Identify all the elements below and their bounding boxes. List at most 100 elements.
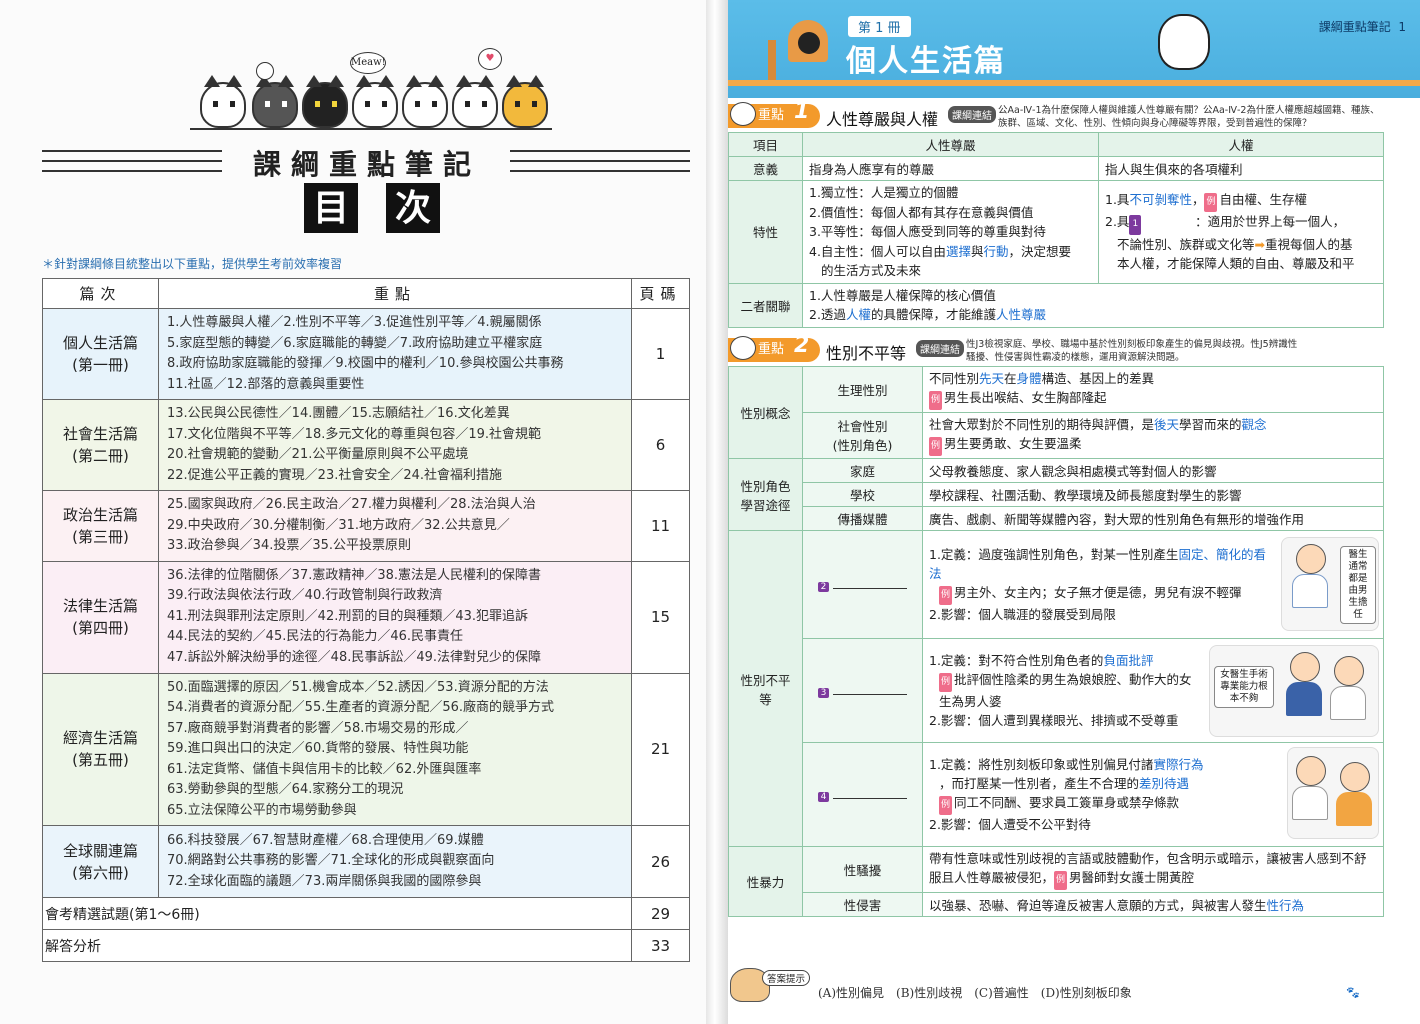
part-cell: 社會生活篇 (第二冊): [42, 399, 159, 491]
points-cell: 1.人性尊嚴與人權／2.性別不平等／3.促進性別平等／4.親屬關係 5.家庭型態的…: [158, 308, 632, 400]
page-number: 1: [1398, 20, 1406, 34]
page-number: 29: [631, 897, 690, 930]
row-label-feature: 特性: [728, 180, 803, 284]
social-gender-label: 社會性別 (性別角色): [802, 412, 923, 459]
row-label-role: 性別角色學習途徑: [728, 458, 803, 531]
toc-table: 篇次 重點 頁碼 個人生活篇 (第一冊) 1.人性尊嚴與人權／2.性別不平等／3.…: [42, 278, 690, 962]
family-label: 家庭: [802, 458, 923, 483]
toc-char-1: 目: [304, 183, 358, 233]
blank-4: 4: [802, 742, 923, 847]
school-text: 學校課程、社團活動、教學環境及師長態度對學生的影響: [922, 482, 1384, 507]
cat-icon: [302, 75, 348, 128]
part-cell: 法律生活篇 (第四冊): [42, 560, 159, 674]
extra-label: 解答分析: [42, 929, 632, 962]
toc-char-2: 次: [386, 183, 440, 233]
ineq-3-text: 1.定義：對不符合性別角色者的負面批評 例批評個性陰柔的男生為娘娘腔、動作大的女…: [922, 638, 1384, 743]
answer-tag: 答案提示: [762, 970, 811, 986]
table-row[interactable]: 政治生活篇 (第三冊) 25.國家與政府／26.民主政治／27.權力與權利／28.…: [42, 490, 690, 562]
answer-hint: 答案提示 (A)性別偏見 (B)性別歧視 (C)普遍性 (D)性別刻板印象 🐾: [728, 966, 1388, 1006]
left-page: Meaw! ♥ 課綱重點筆記 目 次 ＊針對課綱條目統整出以下重點，提供學生考前…: [0, 0, 706, 1024]
ineq-2-text: 1.定義：過度強調性別角色，對某一性別產生固定、簡化的看法 例男主外、女主內；女…: [922, 530, 1384, 639]
row-label-violence: 性暴力: [728, 846, 803, 917]
example-badge: 例: [939, 586, 953, 605]
speech-note: 女醫生手術專業能力根本不夠: [1214, 666, 1274, 708]
cat-icon: [452, 75, 498, 128]
points-cell: 66.科技發展／67.智慧財產權／68.合理使用／69.媒體 70.網路對公共事務…: [158, 825, 632, 898]
page-number: 1: [631, 308, 690, 400]
heart-bubble-icon: ♥: [478, 48, 502, 70]
book-spine: [706, 0, 728, 1024]
volume-tag: 第 1 冊: [848, 16, 911, 37]
media-text: 廣告、戲劇、新聞等媒體內容，對大眾的性別角色有無形的增強作用: [922, 506, 1384, 531]
answer-blank: [833, 798, 908, 799]
example-badge: 例: [939, 796, 953, 815]
example-badge: 例: [1204, 192, 1218, 213]
blank-3: 3: [802, 638, 923, 743]
table-row[interactable]: 社會生活篇 (第二冊) 13.公民與公民德性／14.團體／15.志願結社／16.文…: [42, 399, 690, 491]
blank-number-badge: 1: [1129, 215, 1142, 235]
answer-blank: [833, 588, 908, 589]
row-label-inequality: 性別不平等: [728, 530, 803, 847]
page-number: 21: [631, 672, 690, 826]
table-row[interactable]: 個人生活篇 (第一冊) 1.人性尊嚴與人權／2.性別不平等／3.促進性別平等／4.…: [42, 308, 690, 400]
curriculum-link-tag: 課綱連結: [948, 106, 996, 123]
table-row[interactable]: 解答分析 33: [42, 929, 690, 962]
section-2-table: 性別概念 生理性別 不同性別先天在身體構造、基因上的差異 例男生長出喉結、女生胸…: [728, 366, 1384, 917]
page-number: 6: [631, 399, 690, 491]
rights-features: 1.具不可剝奪性，例自由權、生存權 2.具 1 ：適用於世界上每一個人， 不論性別、…: [1098, 180, 1384, 284]
cat-icon: [252, 75, 298, 128]
bio-sex-text: 不同性別先天在身體構造、基因上的差異 例男生長出喉結、女生胸部隆起: [922, 366, 1384, 413]
drop-bubble-icon: [256, 62, 274, 80]
page-title: 課綱重點筆記: [252, 148, 481, 181]
table-row[interactable]: 經濟生活篇 (第五冊) 50.面臨選擇的原因／51.機會成本／52.誘因／53.資…: [42, 672, 690, 826]
row-label-meaning: 意義: [728, 156, 803, 181]
points-cell: 50.面臨選擇的原因／51.機會成本／52.誘因／53.資源分配的方法 54.消費…: [158, 672, 632, 826]
toc-note: ＊針對課綱條目統整出以下重點，提供學生考前效率複習: [42, 257, 343, 271]
points-cell: 13.公民與公民德性／14.團體／15.志願結社／16.文化差異 17.文化位階與…: [158, 399, 632, 491]
doctor-illustration: 醫生通常都是由男生擔任: [1281, 537, 1379, 631]
banner-stripe: [728, 80, 1420, 86]
col-header-part: 篇次: [42, 278, 159, 309]
row-label-relation: 二者關聯: [728, 282, 803, 328]
cat-icon: [1158, 14, 1210, 70]
curriculum-link-text: 公Aa-Ⅳ-1為什麼保障人權與維護人性尊嚴有關？公Aa-Ⅳ-2為什麼人權應超越國…: [998, 105, 1380, 129]
assault-text: 以強暴、恐嚇、脅迫等違反被害人意願的方式，與被害人發生性行為: [922, 892, 1384, 917]
dignity-features: 1.獨立性：人是獨立的個體 2.價值性：每個人都有其存在意義與價值 3.平等性：…: [802, 180, 1099, 284]
section-title: 性別不平等: [826, 344, 907, 363]
example-badge: 例: [929, 391, 943, 410]
section-number: 1: [794, 99, 810, 124]
bio-sex-label: 生理性別: [802, 366, 923, 413]
rights-meaning: 指人與生俱來的各項權利: [1098, 156, 1384, 181]
speech-note: 醫生通常都是由男生擔任: [1340, 546, 1376, 624]
cat-face-icon: [730, 336, 756, 360]
table-row[interactable]: 會考精選試題(第1～6冊) 29: [42, 897, 690, 930]
dignity-meaning: 指身為人應享有的尊嚴: [802, 156, 1099, 181]
page-number: 26: [631, 825, 690, 898]
page-number: 33: [631, 929, 690, 962]
header-rights: 人權: [1098, 132, 1384, 157]
section-number: 2: [794, 333, 810, 358]
part-cell: 政治生活篇 (第三冊): [42, 490, 159, 562]
cat-face-icon: [730, 102, 756, 126]
cat-icon: [402, 75, 448, 128]
meaw-bubble: Meaw!: [350, 52, 386, 74]
harass-label: 性騷擾: [802, 846, 923, 893]
right-page: 第 1 冊 個人生活篇 課綱重點筆記 1 重點 1 人性尊嚴與人權 課綱連結 公…: [728, 0, 1420, 1024]
section-title: 人性尊嚴與人權: [826, 110, 939, 129]
extra-label: 會考精選試題(第1～6冊): [42, 897, 632, 930]
title-rule-left: [42, 150, 222, 172]
school-label: 學校: [802, 482, 923, 507]
example-badge: 例: [1054, 871, 1068, 890]
table-row[interactable]: 法律生活篇 (第四冊) 36.法律的位階關係／37.憲政精神／38.憲法是人民權利…: [42, 560, 690, 674]
shelf-line: [190, 128, 552, 130]
media-label: 傳播媒體: [802, 506, 923, 531]
page-number: 15: [631, 560, 690, 674]
cat-icon: [352, 75, 398, 128]
table-row[interactable]: 全球關連篇 (第六冊) 66.科技發展／67.智慧財產權／68.合理使用／69.媒…: [42, 825, 690, 898]
cat-icon: [502, 75, 548, 128]
curriculum-link-text: 性J3檢視家庭、學校、職場中基於性別刻板印象產生的偏見與歧視。性J5辨識性騷擾、…: [966, 339, 1298, 363]
example-badge: 例: [939, 673, 953, 692]
points-cell: 36.法律的位階關係／37.憲政精神／38.憲法是人民權利的保障書 39.行政法與…: [158, 560, 632, 674]
section-2-header: 重點 2 性別不平等 課綱連結 性J3檢視家庭、學校、職場中基於性別刻板印象產生…: [728, 333, 1388, 366]
points-cell: 25.國家與政府／26.民主政治／27.權力與權利／28.法治與人治 29.中央政…: [158, 490, 632, 562]
